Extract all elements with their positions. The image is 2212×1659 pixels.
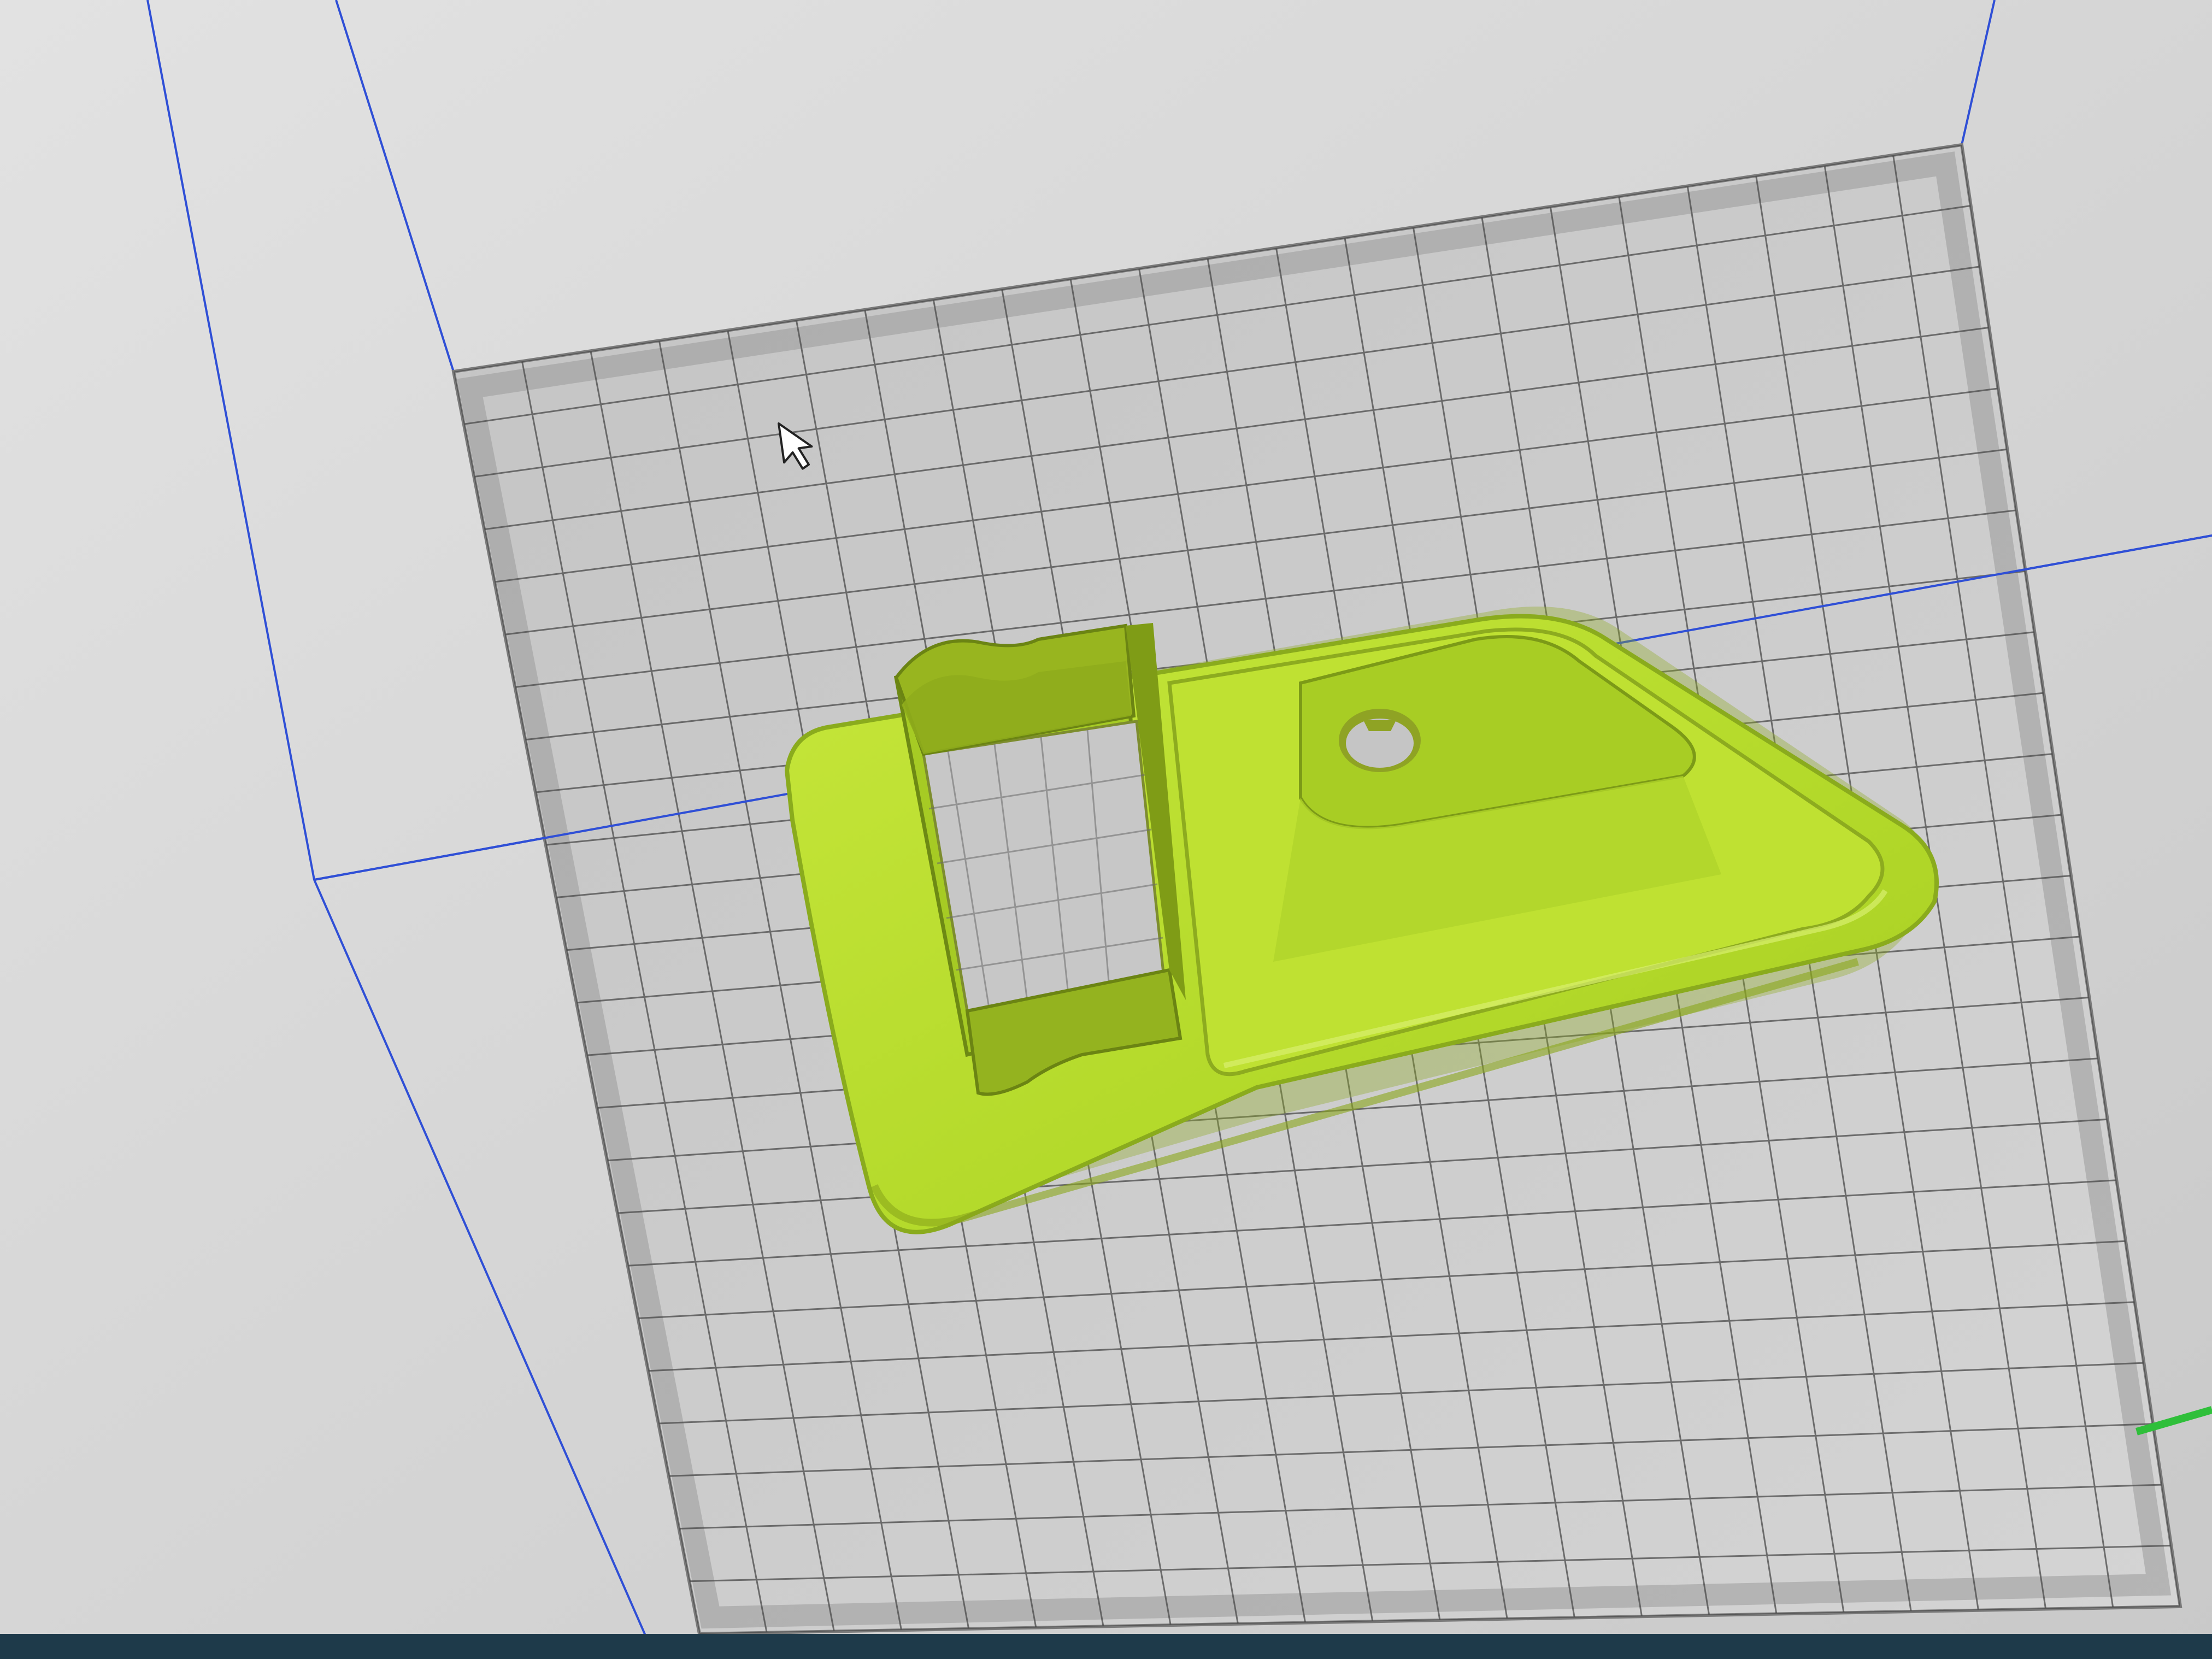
3d-viewport[interactable] [0,0,2212,1659]
taskbar [0,1634,2212,1659]
scene-canvas[interactable] [0,0,2212,1659]
model-hole [1339,709,1421,772]
